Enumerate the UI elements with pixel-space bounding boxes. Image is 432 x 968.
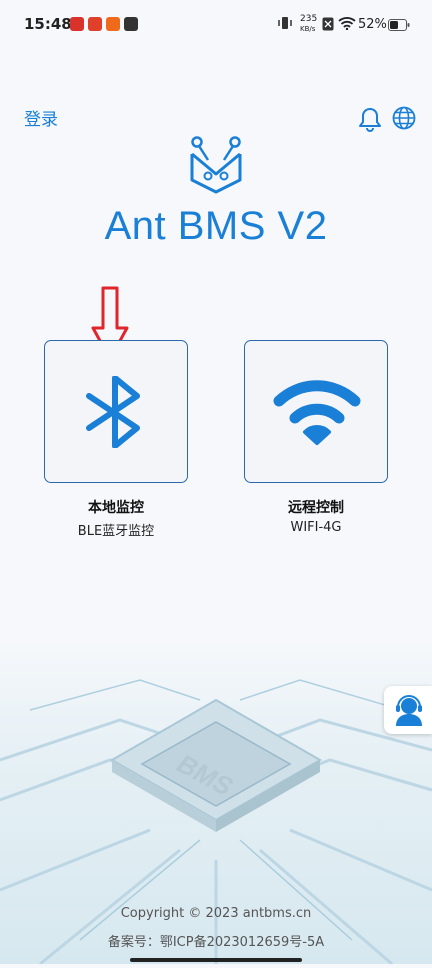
status-time: 15:48: [24, 15, 72, 33]
sim-icon: [322, 17, 334, 35]
customer-support-button[interactable]: [384, 686, 432, 734]
wifi-signal-icon: [273, 379, 361, 451]
wifi-icon: [338, 16, 356, 34]
app-logo: [186, 136, 246, 200]
login-link[interactable]: 登录: [24, 105, 58, 130]
app-notification-icon: [70, 17, 84, 31]
globe-icon[interactable]: [392, 106, 416, 134]
battery-icon: [388, 19, 410, 35]
remote-control-label: 远程控制 WIFI-4G: [221, 497, 411, 535]
remote-control-card[interactable]: [244, 340, 388, 483]
local-monitor-title: 本地监控: [88, 500, 144, 516]
bell-icon[interactable]: [358, 106, 382, 136]
remote-control-title: 远程控制: [288, 500, 344, 516]
battery-level: 52%: [358, 17, 387, 32]
app-notification-icon: [106, 17, 120, 31]
net-speed-value: 235: [300, 14, 318, 24]
remote-control-subtitle: WIFI-4G: [290, 520, 342, 535]
net-speed-unit: KB/s: [300, 25, 316, 33]
app-notification-icon: [124, 17, 138, 31]
home-indicator[interactable]: [130, 958, 302, 962]
icp-record-text: 备案号：鄂ICP备2023012659号-5A: [107, 935, 325, 950]
local-monitor-subtitle: BLE蓝牙监控: [77, 524, 155, 539]
local-monitor-label: 本地监控 BLE蓝牙监控: [21, 497, 211, 539]
app-title: Ant BMS V2: [104, 204, 328, 248]
support-agent-icon: [391, 692, 427, 732]
status-bar: 15:48 235 KB/s 52%: [0, 0, 432, 52]
bluetooth-icon: [85, 375, 149, 452]
app-notification-icon: [88, 17, 102, 31]
copyright-text: Copyright © 2023 antbms.cn: [120, 906, 312, 921]
local-monitor-card[interactable]: [44, 340, 188, 483]
vibrate-icon: [278, 15, 292, 35]
